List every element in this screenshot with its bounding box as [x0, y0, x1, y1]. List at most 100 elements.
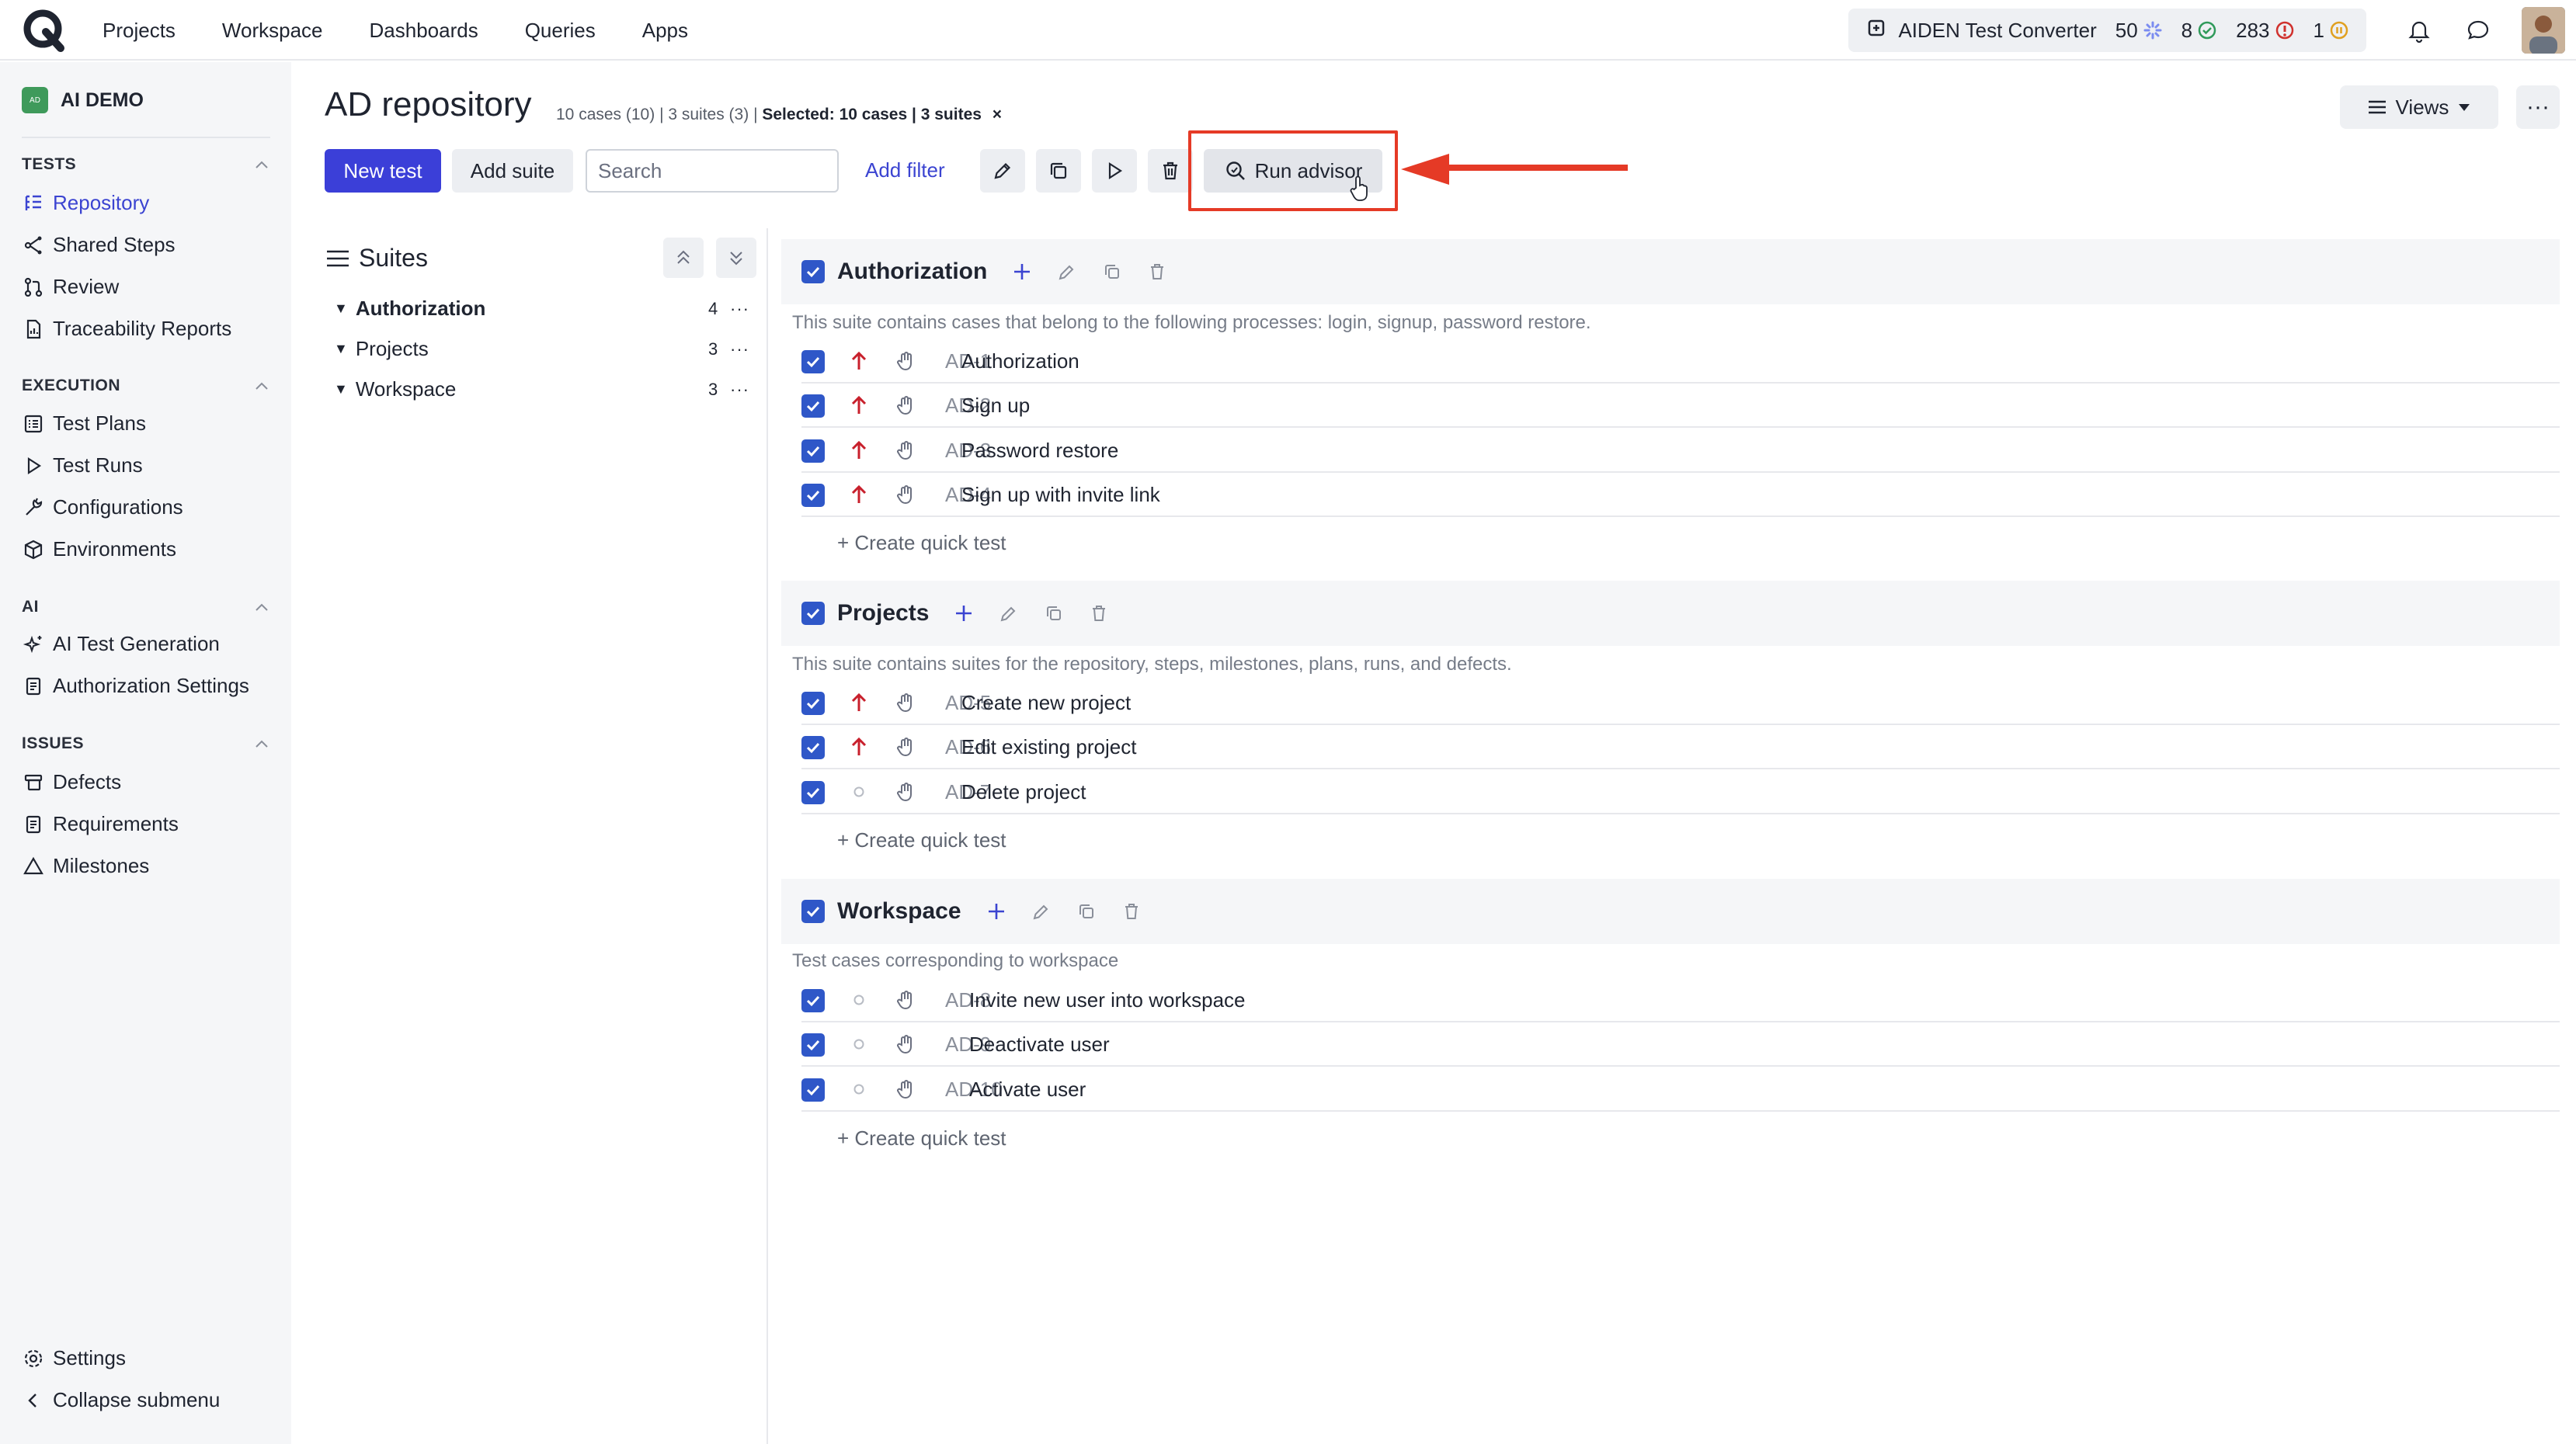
edit-suite-button[interactable] — [1057, 262, 1077, 282]
case-title[interactable]: Sign up — [961, 394, 1030, 418]
suite-checkbox[interactable] — [801, 260, 825, 283]
section-ai[interactable]: AI — [22, 598, 270, 616]
run-button[interactable] — [1092, 149, 1137, 193]
section-tests[interactable]: TESTS — [22, 155, 270, 174]
delete-suite-button[interactable] — [1147, 262, 1167, 282]
case-title[interactable]: Delete project — [961, 780, 1086, 804]
sidebar-item-configurations[interactable]: Configurations — [22, 495, 183, 519]
section-issues[interactable]: ISSUES — [22, 734, 270, 753]
section-execution[interactable]: EXECUTION — [22, 377, 270, 395]
case-row[interactable]: AD-3 Password restore — [801, 429, 2560, 473]
nav-queries[interactable]: Queries — [525, 19, 596, 43]
add-case-button[interactable] — [986, 901, 1006, 922]
delete-button[interactable] — [1148, 149, 1193, 193]
sidebar-item-environments[interactable]: Environments — [22, 537, 176, 561]
case-checkbox[interactable] — [801, 484, 825, 507]
case-row[interactable]: AD-2 Sign up — [801, 384, 2560, 428]
meta-counts: 10 cases (10) | 3 suites (3) — [556, 106, 749, 123]
sidebar-item-test-plans[interactable]: Test Plans — [22, 411, 146, 436]
nav-dashboards[interactable]: Dashboards — [370, 19, 478, 43]
case-title[interactable]: Deactivate user — [969, 1033, 1110, 1057]
case-checkbox[interactable] — [801, 692, 825, 715]
pull-request-icon — [22, 276, 45, 299]
case-row[interactable]: AD-7 Delete project — [801, 771, 2560, 814]
clone-button[interactable] — [1036, 149, 1081, 193]
add-filter-button[interactable]: Add filter — [865, 158, 945, 182]
user-avatar[interactable] — [2522, 7, 2565, 54]
create-quick-test-button[interactable]: + Create quick test — [837, 1126, 1006, 1151]
clone-suite-button[interactable] — [1102, 262, 1122, 282]
clone-suite-button[interactable] — [1044, 603, 1064, 623]
sidebar-item-defects[interactable]: Defects — [22, 770, 121, 794]
case-checkbox[interactable] — [801, 1033, 825, 1057]
suite-checkbox[interactable] — [801, 602, 825, 625]
case-row[interactable]: AD-5 Create new project — [801, 682, 2560, 725]
add-case-button[interactable] — [1012, 262, 1032, 282]
case-checkbox[interactable] — [801, 989, 825, 1012]
case-title[interactable]: Edit existing project — [961, 735, 1136, 759]
project-switcher[interactable]: AD AI DEMO — [22, 87, 144, 113]
collapse-submenu-button[interactable]: Collapse submenu — [22, 1388, 220, 1412]
case-title[interactable]: Invite new user into workspace — [969, 988, 1246, 1012]
tree-item-menu-button[interactable]: ··· — [730, 339, 749, 359]
case-title[interactable]: Activate user — [969, 1078, 1086, 1102]
case-checkbox[interactable] — [801, 736, 825, 759]
case-title[interactable]: Authorization — [961, 349, 1079, 373]
tree-item-authorization[interactable]: ▼ Authorization 4 ··· — [334, 297, 753, 321]
sidebar-item-requirements[interactable]: Requirements — [22, 812, 179, 836]
edit-button[interactable] — [980, 149, 1025, 193]
case-row[interactable]: AD-4 Sign up with invite link — [801, 474, 2560, 517]
case-title[interactable]: Sign up with invite link — [961, 483, 1160, 507]
suite-checkbox[interactable] — [801, 900, 825, 923]
nav-apps[interactable]: Apps — [642, 19, 688, 43]
sidebar-item-review[interactable]: Review — [22, 275, 119, 299]
case-row[interactable]: AD-9 Deactivate user — [801, 1023, 2560, 1067]
tree-item-menu-button[interactable]: ··· — [730, 380, 749, 400]
add-suite-button[interactable]: Add suite — [452, 149, 573, 193]
bell-icon[interactable] — [2404, 15, 2435, 46]
case-checkbox[interactable] — [801, 394, 825, 418]
collapse-all-button[interactable] — [663, 238, 704, 278]
delete-suite-button[interactable] — [1089, 603, 1109, 623]
sidebar-item-traceability-reports[interactable]: Traceability Reports — [22, 317, 231, 341]
search-input[interactable] — [586, 149, 839, 193]
delete-suite-button[interactable] — [1121, 901, 1142, 922]
add-case-button[interactable] — [954, 603, 974, 623]
sidebar-item-repository[interactable]: Repository — [22, 191, 149, 215]
clone-suite-button[interactable] — [1076, 901, 1097, 922]
expand-all-button[interactable] — [716, 238, 756, 278]
case-row[interactable]: AD-8 Invite new user into workspace — [801, 979, 2560, 1022]
chat-icon[interactable] — [2463, 15, 2494, 46]
sidebar-item-milestones[interactable]: Milestones — [22, 854, 149, 878]
create-quick-test-button[interactable]: + Create quick test — [837, 531, 1006, 555]
tree-item-projects[interactable]: ▼ Projects 3 ··· — [334, 337, 753, 361]
case-checkbox[interactable] — [801, 781, 825, 804]
case-title[interactable]: Password restore — [961, 439, 1118, 463]
sidebar-item-authorization-settings[interactable]: Authorization Settings — [22, 674, 249, 698]
new-test-button[interactable]: New test — [325, 149, 441, 193]
sidebar-item-settings[interactable]: Settings — [22, 1346, 126, 1370]
nav-workspace[interactable]: Workspace — [222, 19, 323, 43]
case-row[interactable]: AD-6 Edit existing project — [801, 726, 2560, 769]
create-quick-test-button[interactable]: + Create quick test — [837, 828, 1006, 852]
clear-selection-button[interactable]: × — [993, 106, 1002, 123]
case-title[interactable]: Create new project — [961, 691, 1131, 715]
case-checkbox[interactable] — [801, 1078, 825, 1102]
case-row[interactable]: AD-10 Activate user — [801, 1068, 2560, 1112]
case-row[interactable]: AD-1 Authorization — [801, 340, 2560, 384]
case-checkbox[interactable] — [801, 439, 825, 463]
sidebar-item-test-runs[interactable]: Test Runs — [22, 453, 143, 477]
tree-item-menu-button[interactable]: ··· — [730, 299, 749, 319]
tree-item-workspace[interactable]: ▼ Workspace 3 ··· — [334, 377, 753, 401]
sidebar-item-shared-steps[interactable]: Shared Steps — [22, 233, 176, 257]
check-icon — [806, 995, 820, 1007]
nav-projects[interactable]: Projects — [103, 19, 176, 43]
edit-suite-button[interactable] — [1031, 901, 1052, 922]
more-options-button[interactable]: ··· — [2516, 85, 2560, 129]
sidebar-item-ai-test-generation[interactable]: AI Test Generation — [22, 632, 220, 656]
case-checkbox[interactable] — [801, 350, 825, 373]
aiden-converter-widget[interactable]: AIDEN Test Converter 50 8 283 1 — [1848, 9, 2366, 52]
edit-suite-button[interactable] — [999, 603, 1019, 623]
qase-logo-icon[interactable] — [22, 8, 67, 53]
views-dropdown[interactable]: Views — [2340, 85, 2498, 129]
